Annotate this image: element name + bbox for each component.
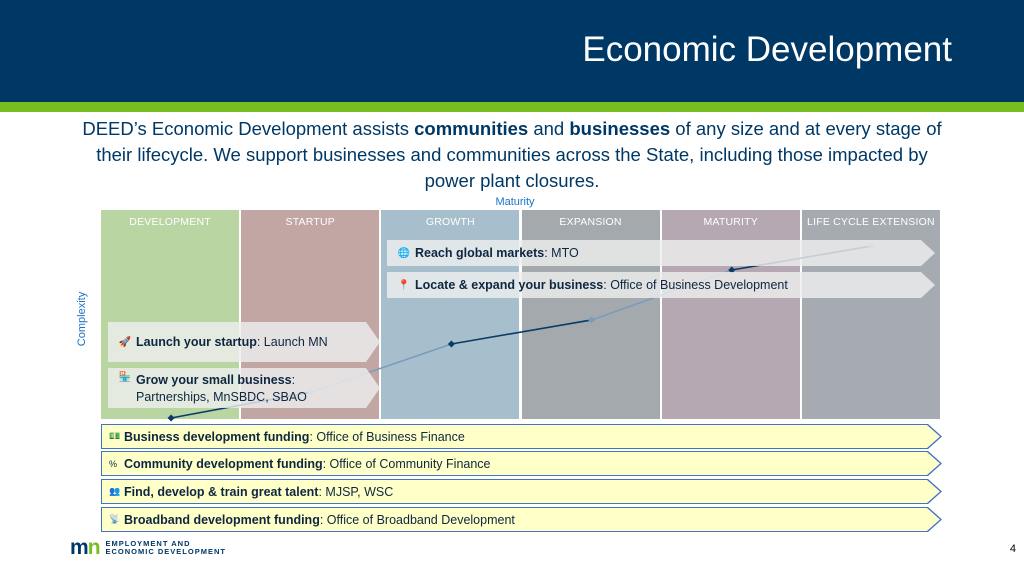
- service-startup-provider: : Launch MN: [256, 335, 328, 349]
- title-banner: Economic Development: [0, 0, 1024, 102]
- maturity-axis-label: Maturity: [495, 196, 535, 208]
- complexity-axis-label: Complexity: [76, 291, 88, 347]
- deed-logo: mn EMPLOYMENT AND ECONOMIC DEVELOPMENT: [70, 536, 226, 559]
- logo-mark-n: n: [87, 536, 101, 559]
- funding-business-provider: : Office of Business Finance: [309, 429, 465, 444]
- antenna-icon: 📡: [109, 514, 121, 524]
- funding-community-provider: : Office of Community Finance: [322, 456, 491, 471]
- intro-paragraph: DEED’s Economic Development assists comm…: [80, 116, 944, 194]
- stage-label: EXPANSION: [559, 216, 622, 228]
- service-locate-provider: : Office of Business Development: [603, 278, 788, 292]
- funding-bar-community[interactable]: % Community development funding: Office o…: [101, 451, 942, 476]
- funding-community-title: Community development funding: [124, 456, 323, 471]
- service-small-title: Grow your small business: [136, 373, 292, 387]
- stage-label: LIFE CYCLE EXTENSION: [807, 216, 935, 228]
- banner-stripe: [0, 102, 1024, 112]
- service-global-title: Reach global markets: [415, 246, 545, 260]
- logo-wordmark: EMPLOYMENT AND ECONOMIC DEVELOPMENT: [105, 539, 226, 557]
- service-locate-title: Locate & expand your business: [415, 278, 604, 292]
- funding-business-title: Business development funding: [124, 429, 310, 444]
- percent-icon: %: [109, 458, 118, 469]
- store-icon: 🏪: [118, 372, 132, 383]
- page-title: Economic Development: [582, 30, 952, 69]
- service-startup-title: Launch your startup: [136, 335, 257, 349]
- stage-label: GROWTH: [425, 216, 475, 228]
- intro-bold-businesses: businesses: [569, 118, 671, 139]
- stage-label: DEVELOPMENT: [129, 216, 211, 228]
- mn-logo-mark: mn: [70, 536, 101, 559]
- service-global-provider: : MTO: [544, 246, 579, 260]
- logo-mark-m: m: [70, 536, 89, 559]
- intro-text-2: and: [528, 118, 570, 139]
- funding-broadband-provider: : Office of Broadband Development: [319, 512, 515, 527]
- service-small-colon: :: [291, 373, 296, 387]
- service-small-providers: Partnerships, MnSBDC, SBAO: [136, 390, 307, 404]
- service-launch-startup[interactable]: 🚀 Launch your startup: Launch MN: [108, 322, 380, 362]
- service-grow-small-business[interactable]: 🏪 Grow your small business: Partnerships…: [108, 368, 380, 408]
- intro-bold-communities: communities: [414, 118, 529, 139]
- service-locate-expand[interactable]: 📍 Locate & expand your business: Office …: [387, 272, 935, 298]
- rocket-icon: 🚀: [118, 336, 132, 348]
- page-number: 4: [1009, 543, 1016, 555]
- funding-bar-business[interactable]: 💵 Business development funding: Office of…: [101, 424, 942, 449]
- people-icon: 👥: [109, 486, 121, 496]
- stage-label: MATURITY: [703, 216, 758, 228]
- funding-broadband-title: Broadband development funding: [124, 512, 320, 527]
- funding-bar-talent[interactable]: 👥 Find, develop & train great talent: MJS…: [101, 479, 942, 504]
- logo-line-2: ECONOMIC DEVELOPMENT: [105, 547, 226, 556]
- funding-talent-provider: : MJSP, WSC: [318, 484, 394, 499]
- stage-label: STARTUP: [285, 216, 335, 228]
- intro-text-1: DEED’s Economic Development assists: [82, 118, 415, 139]
- money-icon: 💵: [109, 431, 121, 441]
- globe-icon: 🌐: [397, 247, 411, 259]
- service-small-text: Grow your small business: Partnerships, …: [136, 372, 307, 406]
- pin-icon: 📍: [397, 279, 411, 291]
- service-global-markets[interactable]: 🌐 Reach global markets: MTO: [387, 240, 935, 266]
- funding-talent-title: Find, develop & train great talent: [124, 484, 319, 499]
- funding-bar-broadband[interactable]: 📡 Broadband development funding: Office o…: [101, 507, 942, 532]
